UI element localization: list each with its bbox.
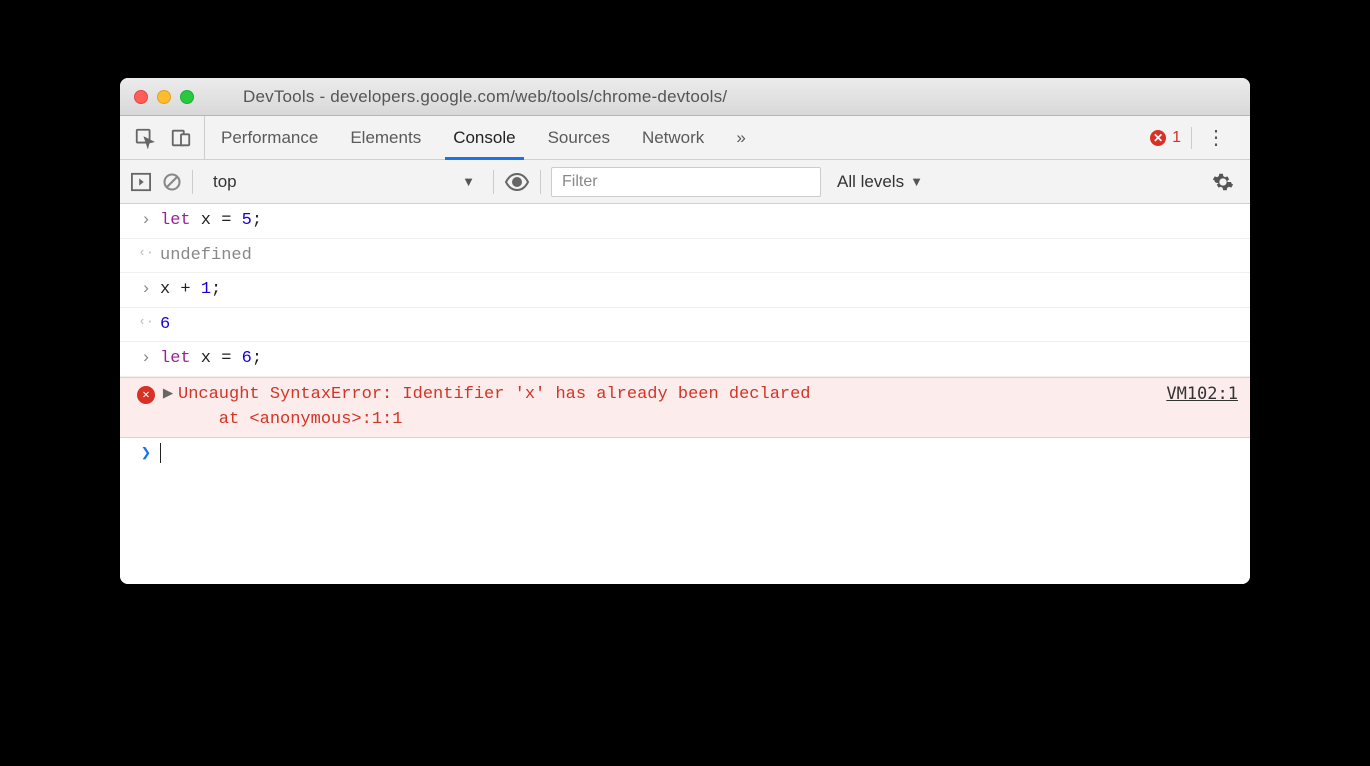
console-body[interactable]: ›let x = 5;‹·undefined›x + 1;‹·6›let x =… <box>120 204 1250 584</box>
clear-console-icon[interactable] <box>162 172 182 192</box>
filter-placeholder: Filter <box>562 173 598 191</box>
error-count: 1 <box>1172 129 1181 147</box>
console-error-row[interactable]: ✕ ▶ Uncaught SyntaxError: Identifier 'x'… <box>120 377 1250 438</box>
tabs-overflow[interactable]: » <box>720 116 761 159</box>
gear-icon[interactable] <box>1206 171 1240 193</box>
panel-tabbar: Performance Elements Console Sources Net… <box>120 116 1250 160</box>
more-menu-icon[interactable]: ⋮ <box>1192 125 1240 150</box>
tab-sources[interactable]: Sources <box>532 116 626 159</box>
error-message: Uncaught SyntaxError: Identifier 'x' has… <box>178 382 1166 433</box>
toggle-sidebar-icon[interactable] <box>130 172 152 192</box>
context-value: top <box>213 172 237 192</box>
error-source-link[interactable]: VM102:1 <box>1166 382 1238 408</box>
eye-icon[interactable] <box>504 173 530 191</box>
devtools-window: DevTools - developers.google.com/web/too… <box>120 78 1250 584</box>
window-title: DevTools - developers.google.com/web/too… <box>213 87 1236 107</box>
close-window-button[interactable] <box>134 90 148 104</box>
tab-performance[interactable]: Performance <box>205 116 334 159</box>
console-line[interactable]: ›let x = 5; <box>120 204 1250 239</box>
levels-value: All levels <box>837 172 904 192</box>
error-count-badge[interactable]: ✕ 1 <box>1150 127 1192 149</box>
error-icon: ✕ <box>137 386 155 404</box>
inspect-element-icon[interactable] <box>134 127 156 149</box>
filter-input[interactable]: Filter <box>551 167 821 197</box>
console-line[interactable]: ›let x = 6; <box>120 342 1250 377</box>
log-levels-dropdown[interactable]: All levels ▼ <box>831 172 929 192</box>
console-line[interactable]: ‹·6 <box>120 308 1250 343</box>
tab-console[interactable]: Console <box>437 116 531 159</box>
console-toolbar: top ▼ Filter All levels ▼ <box>120 160 1250 204</box>
chevron-down-icon: ▼ <box>910 174 923 189</box>
tab-network[interactable]: Network <box>626 116 720 159</box>
expand-arrow-icon[interactable]: ▶ <box>160 382 176 408</box>
minimize-window-button[interactable] <box>157 90 171 104</box>
title-bar: DevTools - developers.google.com/web/too… <box>120 78 1250 116</box>
console-line[interactable]: ‹·undefined <box>120 239 1250 274</box>
chevron-down-icon: ▼ <box>462 174 475 189</box>
device-toggle-icon[interactable] <box>170 127 192 149</box>
maximize-window-button[interactable] <box>180 90 194 104</box>
context-dropdown[interactable]: top ▼ <box>203 167 483 197</box>
console-line[interactable]: ›x + 1; <box>120 273 1250 308</box>
console-prompt[interactable]: ❯ <box>120 438 1250 472</box>
error-icon: ✕ <box>1150 130 1166 146</box>
tab-elements[interactable]: Elements <box>334 116 437 159</box>
